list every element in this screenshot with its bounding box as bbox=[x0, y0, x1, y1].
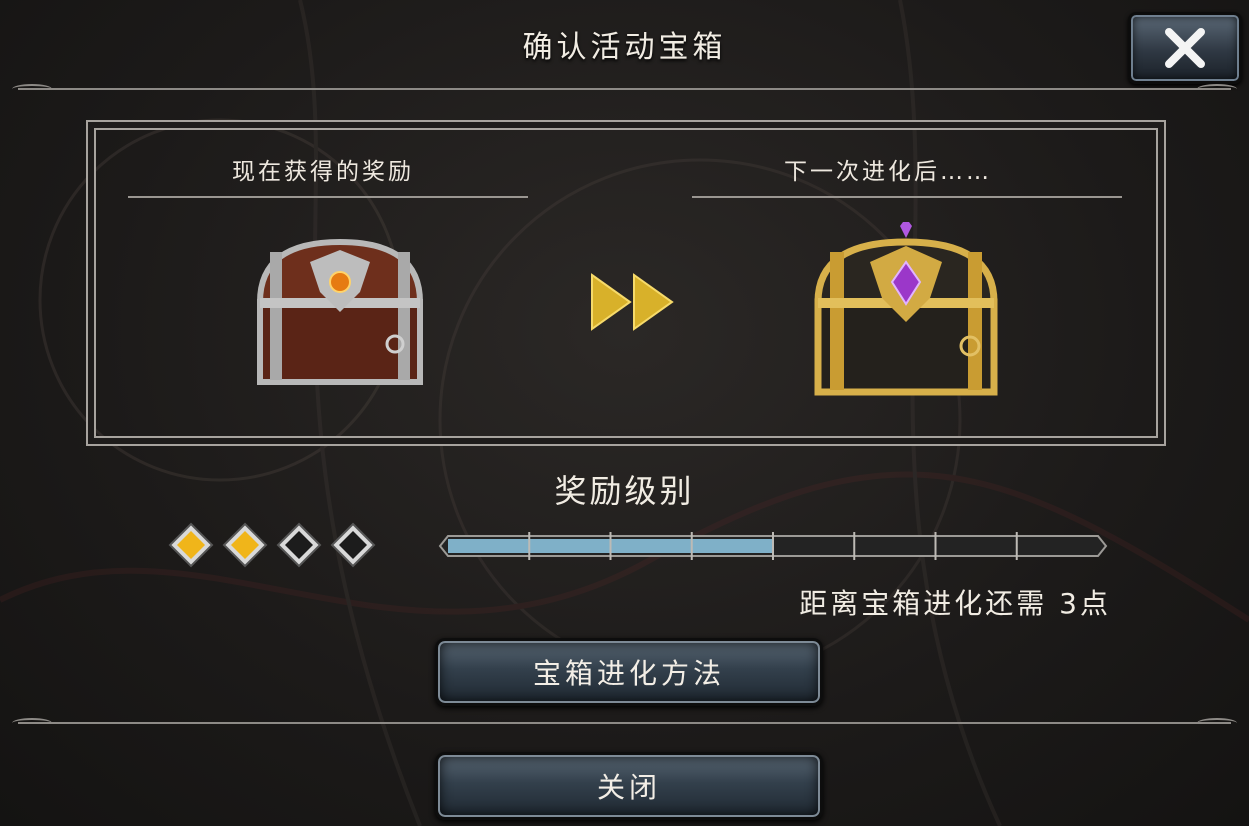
fast-forward-icon bbox=[591, 273, 674, 331]
next-reward-label: 下一次进化后…… bbox=[784, 159, 992, 185]
reward-level-title: 奖励级别 bbox=[554, 472, 695, 510]
gem-empty-icon bbox=[276, 522, 322, 568]
close-button[interactable]: 关闭 bbox=[435, 752, 823, 820]
dialog-title: 确认活动宝箱 bbox=[522, 30, 727, 65]
gem-filled-icon bbox=[222, 522, 268, 568]
footer-divider bbox=[12, 718, 1237, 724]
reward-level-gems bbox=[168, 522, 376, 568]
gold-chest-icon bbox=[814, 222, 998, 396]
evolve-method-button[interactable]: 宝箱进化方法 bbox=[435, 638, 823, 706]
header-divider bbox=[12, 84, 1237, 90]
evolution-progress-bar bbox=[438, 532, 1108, 560]
close-x-button[interactable] bbox=[1128, 12, 1242, 84]
bronze-chest-icon bbox=[256, 238, 424, 385]
gem-filled-icon bbox=[168, 522, 214, 568]
next-reward-underline bbox=[692, 196, 1122, 198]
close-x-icon bbox=[1165, 28, 1205, 68]
current-reward-label: 现在获得的奖励 bbox=[232, 159, 414, 185]
gem-empty-icon bbox=[330, 522, 376, 568]
current-reward-underline bbox=[128, 196, 528, 198]
evolution-remaining-text: 距离宝箱进化还需 3点 bbox=[799, 587, 1111, 620]
